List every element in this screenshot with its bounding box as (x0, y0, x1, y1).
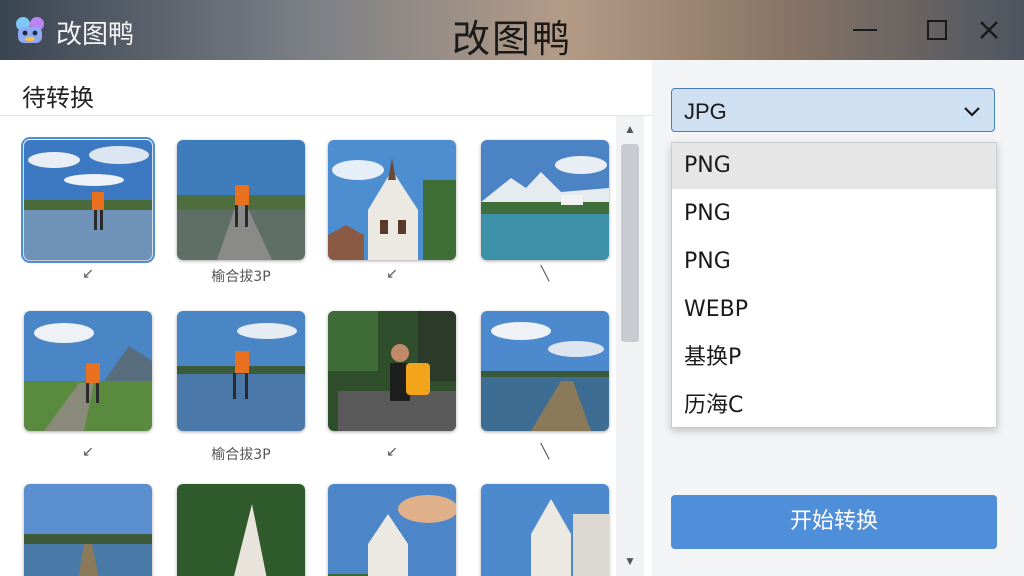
image-caption: ↙ (386, 444, 398, 460)
image-thumbnail[interactable] (177, 484, 305, 576)
close-icon (980, 21, 998, 39)
format-option[interactable]: 基换P (672, 335, 996, 381)
format-select-value: JPG (684, 99, 727, 124)
image-thumbnail[interactable] (21, 137, 155, 263)
format-option[interactable]: PNG (672, 191, 996, 237)
maximize-icon (927, 20, 947, 40)
image-thumbnail[interactable] (177, 311, 305, 431)
scroll-thumb[interactable] (621, 144, 639, 342)
maximize-button[interactable] (917, 14, 957, 46)
image-caption: ╲ (540, 444, 550, 460)
scroll-up-arrow-icon[interactable]: ▲ (616, 118, 644, 140)
image-thumbnail[interactable] (481, 311, 609, 431)
format-option[interactable]: PNG (672, 143, 996, 189)
pending-title: 待转换 (22, 84, 94, 112)
image-caption: 榆合拔3P (211, 269, 271, 285)
minimize-icon (853, 29, 877, 31)
format-option[interactable]: 历海C (672, 383, 996, 429)
format-select[interactable]: JPG (671, 88, 995, 132)
image-caption: ↙ (82, 444, 94, 460)
format-dropdown-list: PNG PNG PNG WEBP 基换P 历海C (671, 142, 997, 428)
image-thumbnail[interactable] (481, 484, 609, 576)
image-thumbnail[interactable] (328, 484, 456, 576)
image-caption: ↙ (82, 266, 94, 282)
close-button[interactable] (969, 14, 1009, 46)
scroll-down-arrow-icon[interactable]: ▼ (616, 550, 644, 572)
image-thumbnail[interactable] (328, 140, 456, 260)
format-option[interactable]: WEBP (672, 287, 996, 333)
image-caption: ╲ (540, 266, 550, 282)
vertical-scrollbar[interactable]: ▲ ▼ (616, 116, 644, 576)
image-thumbnail[interactable] (177, 140, 305, 260)
image-thumbnail[interactable] (24, 484, 152, 576)
image-grid: ↙ 榆合拔3P ↙ ╲ ↙ 榆合拔3P ↙ ╲ (0, 116, 616, 576)
image-caption: ↙ (386, 266, 398, 282)
image-caption: 榆合拔3P (211, 447, 271, 463)
format-option[interactable]: PNG (672, 239, 996, 285)
image-thumbnail[interactable] (24, 311, 152, 431)
title-bar: 改图鸭 改图鸭 (0, 0, 1024, 61)
start-convert-button[interactable]: 开始转换 (671, 495, 997, 549)
chevron-down-icon (964, 107, 980, 117)
minimize-button[interactable] (845, 14, 885, 46)
image-thumbnail[interactable] (328, 311, 456, 431)
image-thumbnail[interactable] (481, 140, 609, 260)
